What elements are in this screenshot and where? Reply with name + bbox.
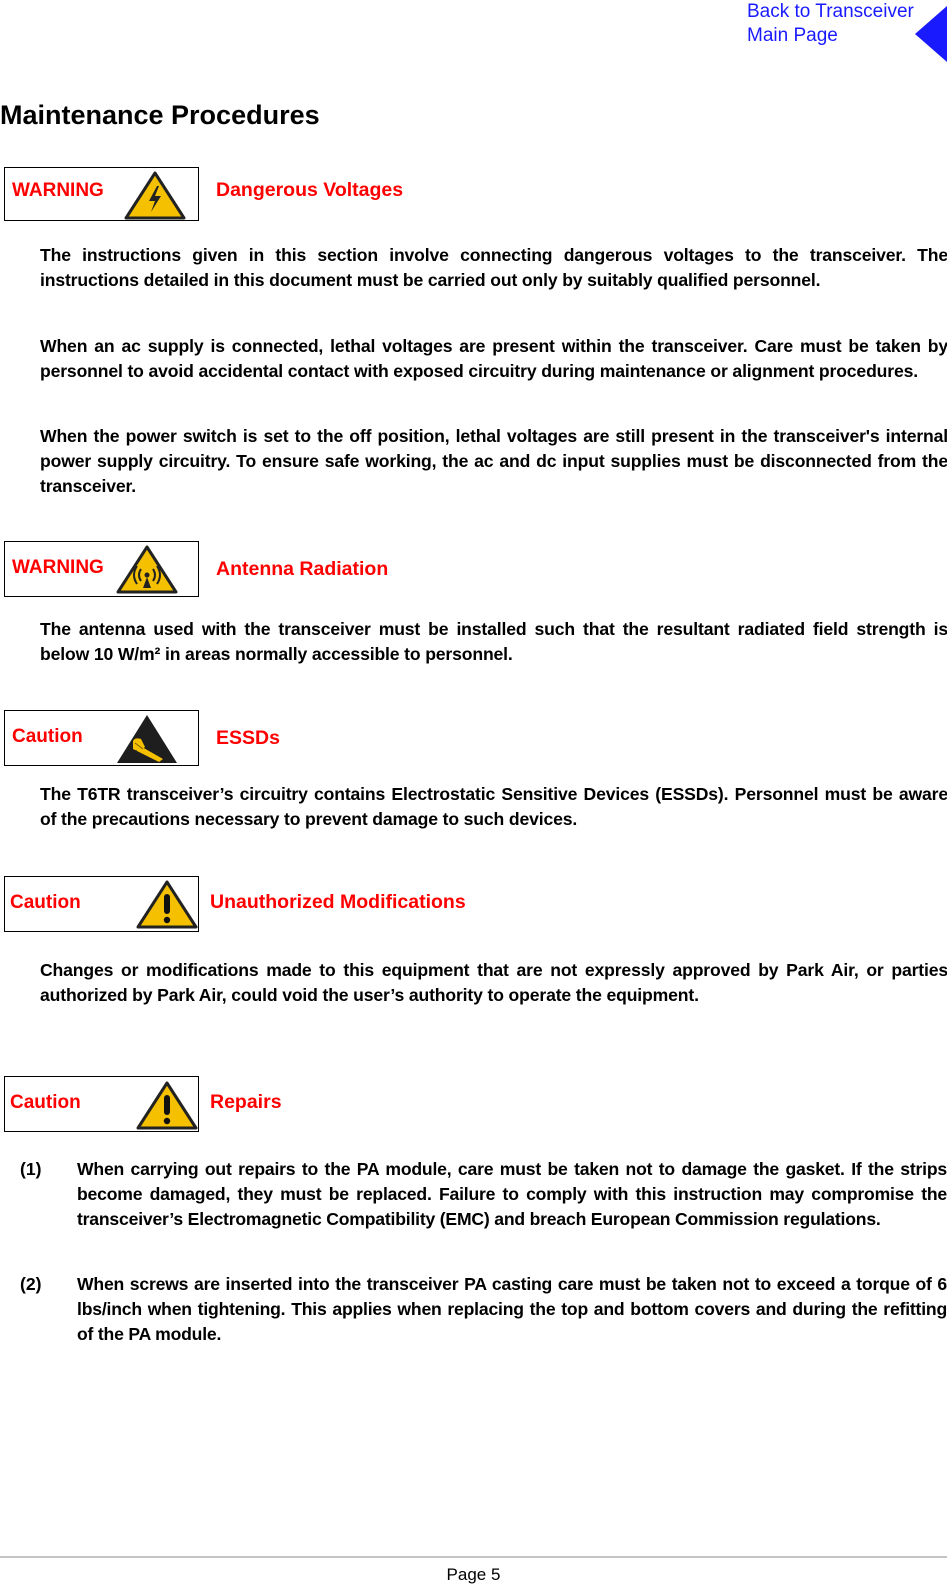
notice-label: Caution bbox=[10, 892, 81, 913]
high-voltage-icon bbox=[124, 171, 186, 220]
notice-label-box: Caution bbox=[4, 876, 199, 932]
footer-divider bbox=[0, 1556, 947, 1558]
notice-label-box: WARNING bbox=[4, 541, 199, 597]
notice-title: Dangerous Voltages bbox=[216, 179, 404, 201]
paragraph: When the power switch is set to the off … bbox=[40, 426, 947, 496]
paragraph: When an ac supply is connected, lethal v… bbox=[40, 336, 947, 381]
back-link-line2: Main Page bbox=[747, 25, 838, 46]
warning-antenna-radiation: WARNING Antenna Radiation bbox=[0, 541, 947, 601]
notice-title: Antenna Radiation bbox=[216, 558, 389, 580]
caution-essds: Caution ESSDs bbox=[0, 710, 947, 770]
radiation-icon bbox=[116, 545, 178, 594]
notice-label: Caution bbox=[12, 726, 83, 747]
notice-label-box: Caution bbox=[4, 1076, 199, 1132]
warning-dangerous-voltages: WARNING Dangerous Voltages bbox=[0, 167, 947, 227]
list-item-number: (1) bbox=[20, 1159, 42, 1179]
back-arrow-icon[interactable] bbox=[915, 6, 947, 62]
page-number: Page 5 bbox=[446, 1565, 501, 1584]
list-item-text: When carrying out repairs to the PA modu… bbox=[77, 1159, 947, 1229]
list-item-text: When screws are inserted into the transc… bbox=[77, 1274, 947, 1344]
notice-label-box: Caution bbox=[4, 710, 199, 766]
notice-title: Repairs bbox=[210, 1091, 282, 1113]
notice-label: WARNING bbox=[12, 180, 104, 201]
exclamation-warning-icon bbox=[136, 880, 198, 929]
notice-label-box: WARNING bbox=[4, 167, 199, 221]
paragraph: The antenna used with the transceiver mu… bbox=[40, 619, 947, 664]
exclamation-warning-icon bbox=[136, 1081, 198, 1130]
notice-title: Unauthorized Modifications bbox=[210, 891, 466, 913]
paragraph: The instructions given in this section i… bbox=[40, 245, 947, 290]
page-title: Maintenance Procedures bbox=[0, 100, 320, 130]
notice-title: ESSDs bbox=[216, 727, 280, 749]
caution-repairs: Caution Repairs bbox=[0, 1076, 947, 1136]
paragraph: The T6TR transceiver’s circuitry contain… bbox=[40, 784, 947, 829]
notice-label: WARNING bbox=[12, 557, 104, 578]
back-to-main-page-link[interactable]: Back to Transceiver Main Page bbox=[747, 0, 914, 48]
back-link-line1: Back to Transceiver bbox=[747, 1, 914, 22]
esd-icon bbox=[117, 715, 177, 763]
caution-unauthorized-modifications: Caution Unauthorized Modifications bbox=[0, 876, 947, 936]
notice-label: Caution bbox=[10, 1092, 81, 1113]
paragraph: Changes or modifications made to this eq… bbox=[40, 960, 947, 1005]
list-item-number: (2) bbox=[20, 1274, 42, 1294]
